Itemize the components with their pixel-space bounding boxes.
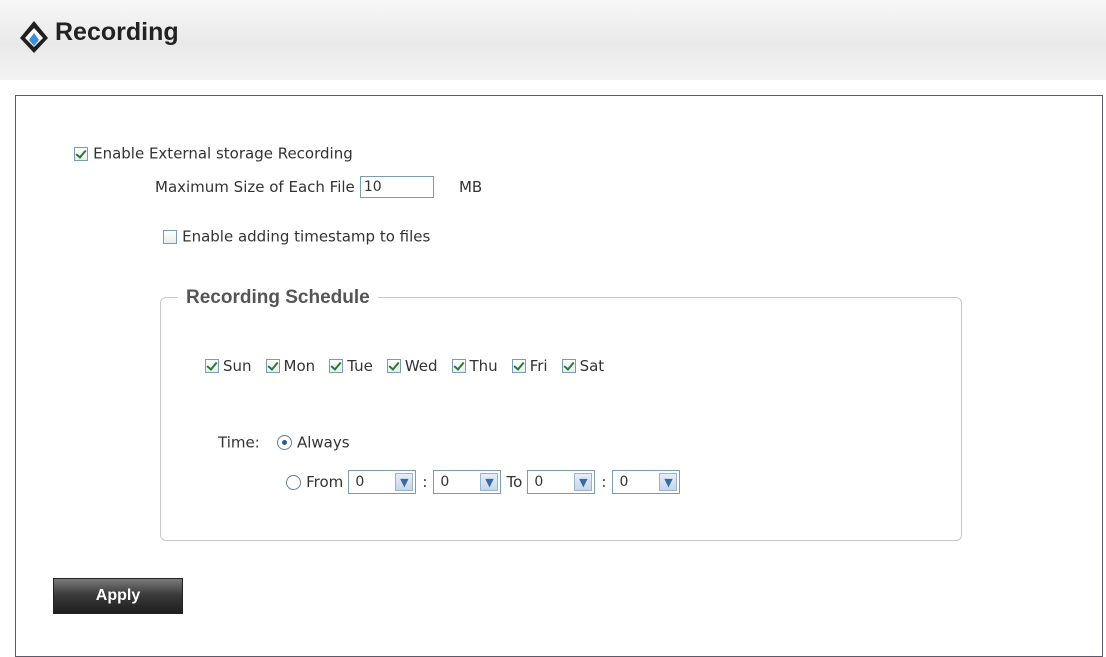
- day-mon-checkbox[interactable]: [265, 358, 280, 373]
- timestamp-row: Enable adding timestamp to files: [163, 226, 430, 246]
- days-row: Sun Mon Tue Wed Thu Fri Sat: [205, 355, 618, 375]
- from-radio[interactable]: [286, 474, 301, 490]
- max-size-row: Maximum Size of Each File 10 MB: [155, 176, 482, 198]
- day-label: Sun: [223, 356, 252, 375]
- chevron-down-icon[interactable]: ▼: [574, 473, 593, 491]
- timestamp-checkbox[interactable]: [163, 229, 177, 244]
- day-label: Mon: [283, 356, 316, 375]
- timestamp-label: Enable adding timestamp to files: [182, 227, 431, 246]
- recording-schedule-legend: Recording Schedule: [178, 287, 378, 309]
- day-label: Fri: [529, 356, 548, 375]
- day-mon[interactable]: Mon: [265, 355, 316, 375]
- max-size-unit: MB: [458, 178, 483, 196]
- to-hour-select[interactable]: 0 ▼: [527, 470, 596, 494]
- from-minute-value: 0: [440, 474, 450, 490]
- day-label: Sat: [579, 356, 605, 375]
- from-minute-select[interactable]: 0 ▼: [433, 470, 502, 494]
- day-label: Tue: [347, 356, 373, 375]
- day-fri[interactable]: Fri: [511, 355, 548, 375]
- day-label: Wed: [404, 356, 438, 375]
- time-label: Time:: [218, 433, 260, 452]
- day-tue-checkbox[interactable]: [329, 358, 344, 373]
- day-thu-checkbox[interactable]: [451, 358, 466, 373]
- to-minute-select[interactable]: 0 ▼: [612, 470, 681, 494]
- time-colon: :: [601, 473, 607, 491]
- always-radio[interactable]: [276, 435, 292, 450]
- page-header: Recording: [0, 0, 1106, 80]
- max-size-input[interactable]: 10: [359, 176, 434, 198]
- logo-icon: [20, 21, 48, 53]
- day-sun[interactable]: Sun: [205, 355, 252, 375]
- day-sun-checkbox[interactable]: [205, 358, 219, 373]
- chevron-down-icon[interactable]: ▼: [395, 473, 414, 491]
- day-tue[interactable]: Tue: [329, 355, 373, 375]
- apply-button[interactable]: Apply: [53, 578, 183, 614]
- enable-recording-label: Enable External storage Recording: [93, 144, 353, 163]
- day-sat-checkbox[interactable]: [561, 358, 576, 373]
- chevron-down-icon[interactable]: ▼: [480, 473, 499, 491]
- page-title: Recording: [55, 18, 179, 46]
- day-sat[interactable]: Sat: [561, 355, 605, 375]
- enable-recording-row: Enable External storage Recording: [74, 143, 353, 163]
- time-colon: :: [422, 473, 428, 491]
- day-label: Thu: [469, 356, 498, 375]
- always-label: Always: [296, 433, 350, 452]
- from-label: From: [306, 473, 344, 491]
- time-range-row: From 0 ▼:0 ▼ To 0 ▼:0 ▼: [286, 470, 681, 494]
- chevron-down-icon[interactable]: ▼: [659, 473, 678, 491]
- day-wed[interactable]: Wed: [386, 355, 438, 375]
- day-fri-checkbox[interactable]: [511, 358, 526, 373]
- from-hour-value: 0: [355, 474, 365, 490]
- time-always-row: Time: Always: [218, 432, 350, 452]
- day-thu[interactable]: Thu: [451, 355, 498, 375]
- recording-schedule-fieldset: [160, 297, 962, 541]
- to-hour-value: 0: [534, 474, 544, 490]
- max-size-label: Maximum Size of Each File: [155, 178, 355, 196]
- to-label: To: [506, 473, 523, 491]
- to-minute-value: 0: [619, 474, 629, 490]
- enable-recording-checkbox[interactable]: [74, 146, 88, 161]
- from-hour-select[interactable]: 0 ▼: [348, 470, 417, 494]
- day-wed-checkbox[interactable]: [386, 358, 401, 373]
